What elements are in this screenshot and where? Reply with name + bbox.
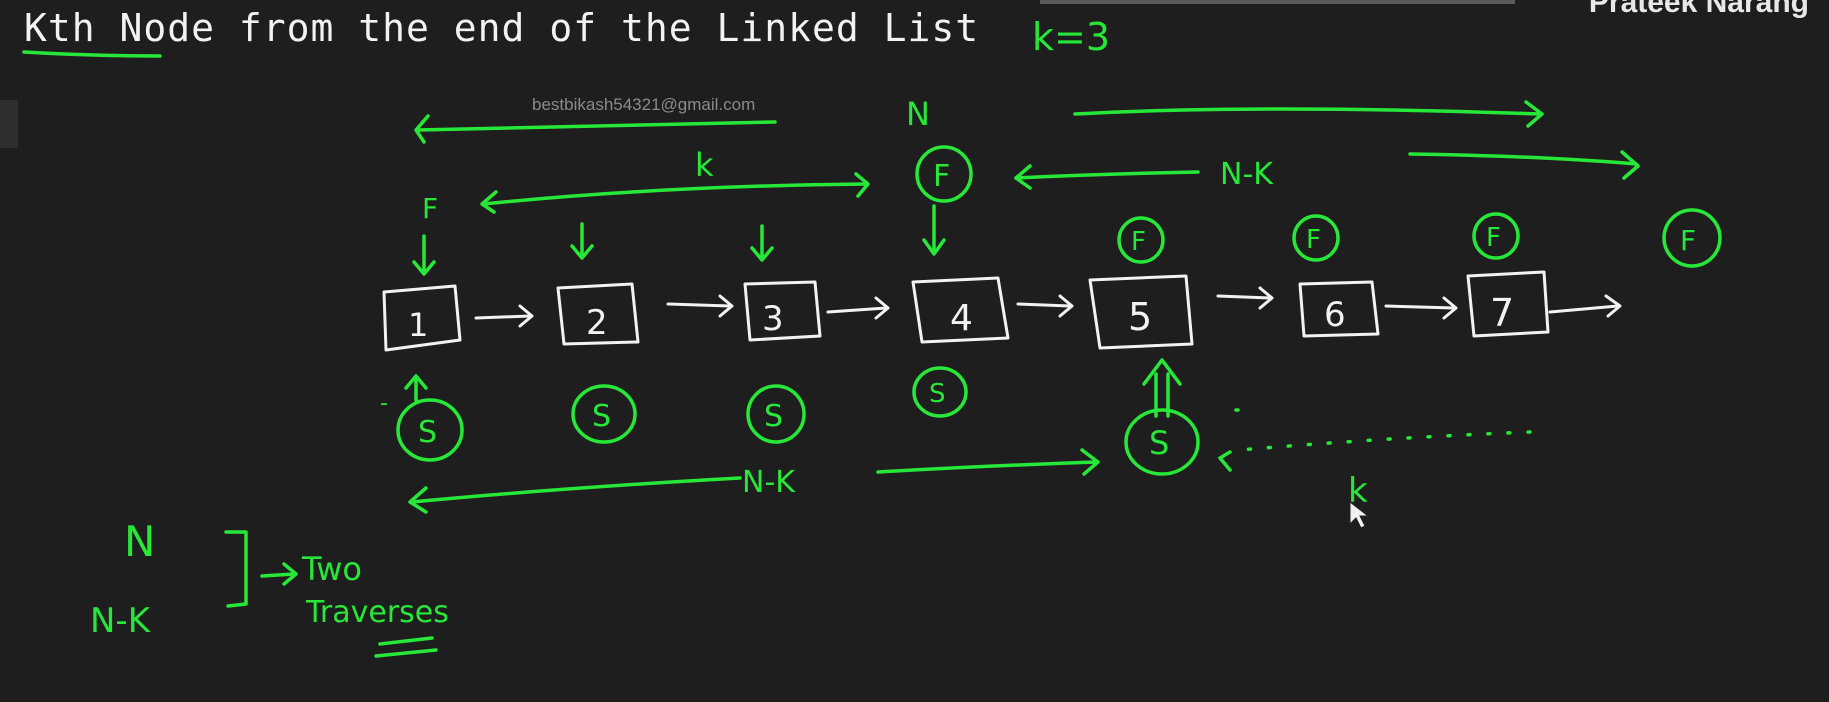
n-minus-k-bottom-label: N-K (742, 465, 796, 500)
n-minus-k-top-arrow (1014, 164, 1200, 190)
next-arrow-6-7 (1384, 296, 1458, 320)
svg-text:F: F (1486, 223, 1501, 253)
k-dotted-arrow (1218, 408, 1532, 472)
k-span-arrow (480, 172, 870, 214)
next-arrow-3-4 (826, 296, 890, 320)
slow-pointer-circle-node4: S (912, 366, 968, 418)
svg-text:S: S (764, 399, 783, 434)
next-arrow-2-3 (666, 294, 734, 318)
k-value-label: k=3 (1032, 15, 1110, 59)
svg-text:1: 1 (408, 306, 428, 344)
slow-pointer-circle-node2: S (571, 384, 637, 444)
note-bracket (224, 530, 298, 608)
fast-pointer-circle-node7: F (1472, 212, 1520, 260)
svg-text:F: F (1131, 227, 1146, 257)
svg-text:-: - (380, 391, 388, 416)
svg-text:S: S (592, 399, 611, 434)
slow-pointer-circle-node5: S (1124, 408, 1200, 476)
list-node-4: 4 (911, 276, 1010, 344)
whiteboard-canvas: Kth Node from the end of the Linked List… (0, 0, 1829, 702)
down-arrow-node3 (750, 224, 774, 262)
svg-text:4: 4 (950, 298, 973, 339)
next-arrow-7-null (1548, 294, 1622, 318)
list-node-5: 5 (1088, 274, 1194, 350)
fast-pointer-circle-node5: F (1117, 216, 1165, 264)
svg-text:5: 5 (1128, 295, 1152, 339)
fast-pointer-label-start: F (422, 192, 438, 225)
note-n-minus-k-label: N-K (90, 601, 152, 641)
note-two-label: Two (301, 550, 362, 588)
slow-pointer-circle-node3: S (746, 384, 806, 444)
svg-text:7: 7 (1490, 291, 1514, 335)
svg-text:3: 3 (762, 299, 784, 339)
list-node-3: 3 (743, 280, 822, 342)
next-arrow-1-2 (474, 304, 534, 328)
svg-text:S: S (418, 415, 437, 450)
list-node-2: 2 (556, 282, 640, 346)
list-node-7: 7 (1466, 270, 1550, 338)
title-underline (22, 50, 162, 58)
right-arrow-second (1408, 150, 1640, 180)
handwritten-diagram: k=3 N k F N-K F F F F F 1 2 3 4 5 6 7 - … (22, 15, 1722, 658)
fast-pointer-circle-end: F (1662, 208, 1722, 268)
double-up-arrow-node5 (1142, 358, 1182, 418)
next-arrow-4-5 (1016, 294, 1074, 318)
n-minus-k-top-label: N-K (1220, 157, 1274, 192)
svg-text:6: 6 (1324, 295, 1346, 335)
top-right-arrow (1073, 100, 1544, 128)
svg-text:F: F (1680, 224, 1696, 257)
down-arrow-node1 (412, 234, 436, 276)
svg-text:S: S (929, 379, 946, 409)
svg-text:F: F (1306, 225, 1321, 255)
svg-text:2: 2 (586, 303, 608, 343)
list-node-6: 6 (1298, 280, 1380, 338)
fast-pointer-circle-node6: F (1292, 214, 1340, 262)
slow-pointer-circle-node1: - S (380, 391, 464, 462)
fast-pointer-circle-node4: F (915, 145, 973, 203)
k-span-label: k (695, 146, 714, 184)
up-arrow-node1 (404, 374, 428, 402)
down-arrow-node4 (922, 204, 946, 256)
note-traverses-label: Traverses (305, 595, 449, 630)
note-n-label: N (124, 517, 155, 566)
list-node-1: 1 (382, 284, 462, 352)
n-top-label: N (906, 95, 930, 133)
note-traverses-underline (374, 636, 438, 658)
down-arrow-node2 (570, 222, 594, 260)
next-arrow-5-6 (1216, 286, 1274, 310)
top-left-arrow (414, 114, 777, 144)
svg-text:F: F (933, 159, 950, 194)
svg-text:S: S (1149, 424, 1169, 462)
